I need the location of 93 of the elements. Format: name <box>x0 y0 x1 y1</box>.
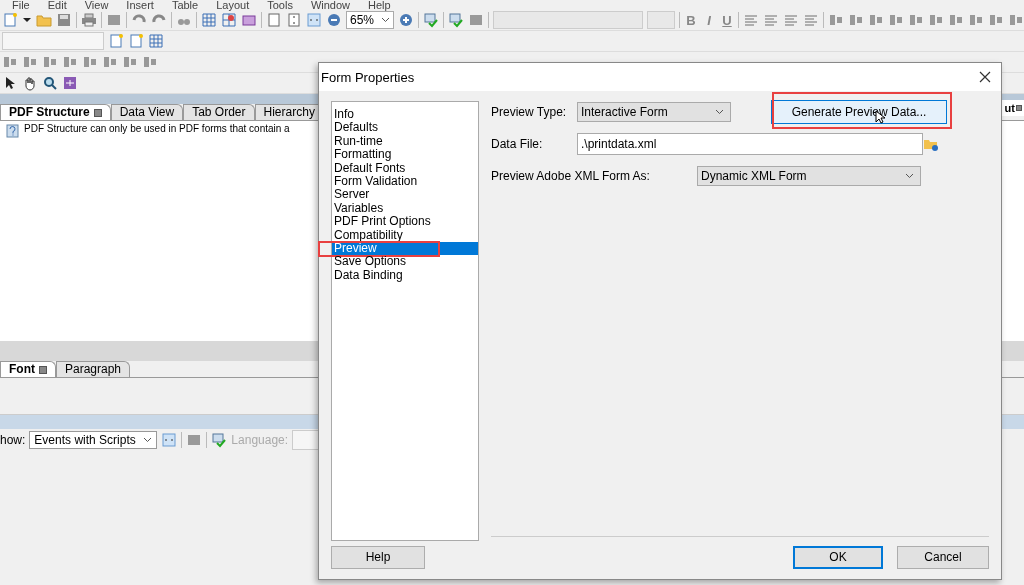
category-item[interactable]: Run-time <box>332 134 478 149</box>
data-file-field[interactable]: .\printdata.xml <box>577 133 923 155</box>
fit-width-icon[interactable] <box>306 12 322 28</box>
info-message: PDF Structure can only be used in PDF forms that contain a <box>24 123 290 134</box>
panel-tab[interactable]: Font <box>0 361 56 377</box>
magnifier-icon[interactable] <box>42 75 58 91</box>
panel-tab[interactable]: PDF Structure <box>0 104 111 120</box>
layout-icon[interactable] <box>42 54 58 70</box>
spell-check-icon[interactable] <box>211 432 228 448</box>
help-icon <box>4 123 20 139</box>
menu-item[interactable]: Help <box>368 0 391 10</box>
dialog-title: Form Properties <box>321 69 415 85</box>
align-icon[interactable] <box>763 12 779 28</box>
layout-icon[interactable] <box>122 54 138 70</box>
menu-item[interactable]: View <box>84 0 109 10</box>
hand-icon[interactable] <box>22 75 38 91</box>
layout-icon[interactable] <box>988 12 1004 28</box>
align-icon[interactable] <box>743 12 759 28</box>
zoom-out-icon[interactable] <box>326 12 342 28</box>
layout-icon[interactable] <box>62 54 78 70</box>
chevron-icon <box>905 173 914 179</box>
chevron-icon <box>381 17 390 23</box>
close-button[interactable] <box>977 69 993 85</box>
spell-check-icon[interactable] <box>448 12 464 28</box>
panel-tab[interactable]: Paragraph <box>56 361 131 377</box>
zoom-in-icon[interactable] <box>398 12 414 28</box>
field-label: Preview Adobe XML Form As: <box>491 169 651 183</box>
dialog-button[interactable]: Help <box>331 545 425 569</box>
grid-icon[interactable] <box>201 12 217 28</box>
menu-item[interactable]: File <box>12 0 30 10</box>
chevron-icon <box>143 437 153 443</box>
language-label: Language: <box>231 433 289 447</box>
dialog-button[interactable]: Cancel <box>897 545 989 569</box>
chevron-icon <box>715 109 724 115</box>
category-item[interactable]: Form Validation <box>332 175 478 189</box>
category-item[interactable]: PDF Print Options <box>332 215 478 229</box>
new-document-icon[interactable] <box>108 33 124 49</box>
page-icon[interactable] <box>266 12 282 28</box>
layout-icon[interactable] <box>868 12 884 28</box>
category-item[interactable]: Server <box>332 188 478 202</box>
category-item[interactable]: Data Binding <box>332 268 478 283</box>
category-item[interactable]: Defaults <box>332 121 478 135</box>
rectangle-icon[interactable] <box>241 12 257 28</box>
printer-icon[interactable] <box>81 12 97 28</box>
menu-item[interactable]: Insert <box>126 0 154 10</box>
layout-icon[interactable] <box>848 12 864 28</box>
layout-icon[interactable] <box>22 54 38 70</box>
category-item[interactable]: Default Fonts <box>332 161 478 176</box>
panel-tab[interactable]: Data View <box>110 104 184 120</box>
layout-icon[interactable] <box>908 12 924 28</box>
show-select[interactable]: Events with Scripts <box>29 431 158 449</box>
spell-check-icon[interactable] <box>423 12 439 28</box>
layout-icon[interactable] <box>928 12 944 28</box>
generate-button[interactable]: Generate Preview Data... <box>771 100 947 124</box>
preview-type-select[interactable]: Interactive Form <box>577 102 731 122</box>
align-icon[interactable] <box>783 12 799 28</box>
align-icon[interactable] <box>803 12 819 28</box>
category-item[interactable]: Info <box>332 108 478 122</box>
field-label: Preview Type: <box>491 105 568 119</box>
fit-height-icon[interactable] <box>286 12 302 28</box>
menu-item[interactable]: Table <box>171 0 199 10</box>
category-item[interactable]: Compatibility <box>332 228 478 243</box>
layout-icon[interactable] <box>948 12 964 28</box>
menu-item[interactable]: Edit <box>47 0 67 10</box>
layout-icon[interactable] <box>1008 12 1024 28</box>
fit-width-icon[interactable] <box>161 432 178 448</box>
preview-as-select[interactable]: Dynamic XML Form <box>697 166 921 186</box>
menu-item[interactable]: Window <box>310 0 350 10</box>
new-document-icon[interactable] <box>128 33 144 49</box>
grid-icon[interactable] <box>148 33 164 49</box>
size-select[interactable] <box>647 11 675 29</box>
layout-icon[interactable] <box>102 54 118 70</box>
layout-icon[interactable] <box>82 54 98 70</box>
close-icon[interactable] <box>39 365 47 374</box>
close-icon[interactable] <box>93 108 102 117</box>
font-select[interactable] <box>493 11 643 29</box>
layout-icon[interactable] <box>968 12 984 28</box>
category-item[interactable]: Variables <box>332 201 478 216</box>
layout-icon[interactable] <box>828 12 844 28</box>
layout-icon[interactable] <box>2 54 18 70</box>
category-item[interactable]: Save Options <box>332 255 478 269</box>
show-label: how: <box>0 433 26 447</box>
zoom-select[interactable]: 65% <box>346 11 394 29</box>
grid-icon[interactable] <box>221 12 237 28</box>
menu-item[interactable]: Layout <box>216 0 250 10</box>
layout-icon[interactable] <box>142 54 158 70</box>
menu-item[interactable]: Tools <box>267 0 293 10</box>
form-icon[interactable] <box>62 75 78 91</box>
layout-icon[interactable] <box>888 12 904 28</box>
field-label: Data File: <box>491 137 544 151</box>
category-item[interactable]: Formatting <box>332 148 478 162</box>
panel-tab[interactable]: Tab Order <box>183 104 255 120</box>
dialog-button[interactable]: OK <box>793 545 883 569</box>
